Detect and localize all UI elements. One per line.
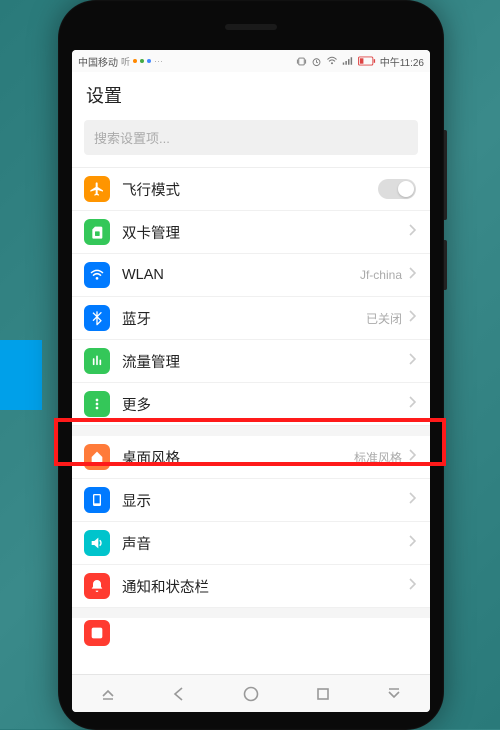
- chevron-right-icon: [408, 491, 416, 509]
- row-label: WLAN: [122, 267, 360, 283]
- row-data-usage[interactable]: 流量管理: [72, 340, 430, 383]
- row-sound[interactable]: 声音: [72, 522, 430, 565]
- row-value: 已关闭: [366, 310, 402, 327]
- data-icon: [84, 348, 110, 374]
- chevron-right-icon: [408, 448, 416, 466]
- nav-dropdown-icon[interactable]: [386, 686, 402, 702]
- settings-list: 飞行模式 双卡管理 WLAN Jf-china: [72, 168, 430, 674]
- row-label: 显示: [122, 490, 408, 511]
- screen: 中国移动 听 ···: [72, 50, 430, 712]
- wifi-settings-icon: [84, 262, 110, 288]
- row-home-style[interactable]: 桌面风格 标准风格: [72, 436, 430, 479]
- vibrate-icon: [296, 56, 307, 67]
- row-label: 蓝牙: [122, 308, 366, 329]
- nav-back-icon[interactable]: [171, 686, 187, 702]
- carrier-label: 中国移动: [78, 54, 118, 69]
- row-label: 流量管理: [122, 351, 408, 372]
- volume-button: [444, 130, 447, 220]
- clock-label: 中午11:26: [380, 54, 424, 69]
- more-icon: [84, 391, 110, 417]
- row-label: 通知和状态栏: [122, 576, 408, 597]
- home-style-icon: [84, 444, 110, 470]
- background-accent: [0, 340, 42, 410]
- power-button: [444, 240, 447, 290]
- chevron-right-icon: [408, 352, 416, 370]
- nav-recent-icon[interactable]: [315, 686, 331, 702]
- row-partial[interactable]: [72, 618, 430, 648]
- bell-icon: [84, 573, 110, 599]
- row-dual-sim[interactable]: 双卡管理: [72, 211, 430, 254]
- chevron-right-icon: [408, 223, 416, 241]
- battery-icon: [358, 56, 376, 66]
- sound-icon: [84, 530, 110, 556]
- nav-home-icon[interactable]: [242, 685, 260, 703]
- display-icon: [84, 487, 110, 513]
- sim-icon: [84, 219, 110, 245]
- page-title: 设置: [72, 72, 430, 114]
- status-bar: 中国移动 听 ···: [72, 50, 430, 72]
- search-input[interactable]: 搜索设置项...: [84, 120, 418, 155]
- row-label: 双卡管理: [122, 222, 408, 243]
- row-more[interactable]: 更多: [72, 383, 430, 426]
- row-label: 桌面风格: [122, 447, 354, 468]
- bluetooth-icon: [84, 305, 110, 331]
- row-bluetooth[interactable]: 蓝牙 已关闭: [72, 297, 430, 340]
- chevron-right-icon: [408, 577, 416, 595]
- row-wlan[interactable]: WLAN Jf-china: [72, 254, 430, 297]
- group-separator: [72, 426, 430, 436]
- nav-notification-icon[interactable]: [100, 686, 116, 702]
- group-separator: [72, 608, 430, 618]
- phone-frame: 中国移动 听 ···: [58, 0, 444, 730]
- airplane-toggle[interactable]: [378, 179, 416, 199]
- chevron-right-icon: [408, 266, 416, 284]
- wifi-icon: [326, 55, 338, 67]
- row-label: 声音: [122, 533, 408, 554]
- chevron-right-icon: [408, 534, 416, 552]
- alarm-icon: [311, 56, 322, 67]
- chevron-right-icon: [408, 395, 416, 413]
- partial-icon: [84, 620, 110, 646]
- row-label: 更多: [122, 394, 408, 415]
- nav-bar: [72, 674, 430, 712]
- row-notifications[interactable]: 通知和状态栏: [72, 565, 430, 608]
- chevron-right-icon: [408, 309, 416, 327]
- row-airplane-mode[interactable]: 飞行模式: [72, 168, 430, 211]
- signal-icon: [342, 55, 354, 67]
- search-container: 搜索设置项...: [72, 114, 430, 168]
- row-value: 标准风格: [354, 449, 402, 466]
- row-label: 飞行模式: [122, 179, 378, 200]
- row-display[interactable]: 显示: [72, 479, 430, 522]
- airplane-icon: [84, 176, 110, 202]
- row-value: Jf-china: [360, 268, 402, 282]
